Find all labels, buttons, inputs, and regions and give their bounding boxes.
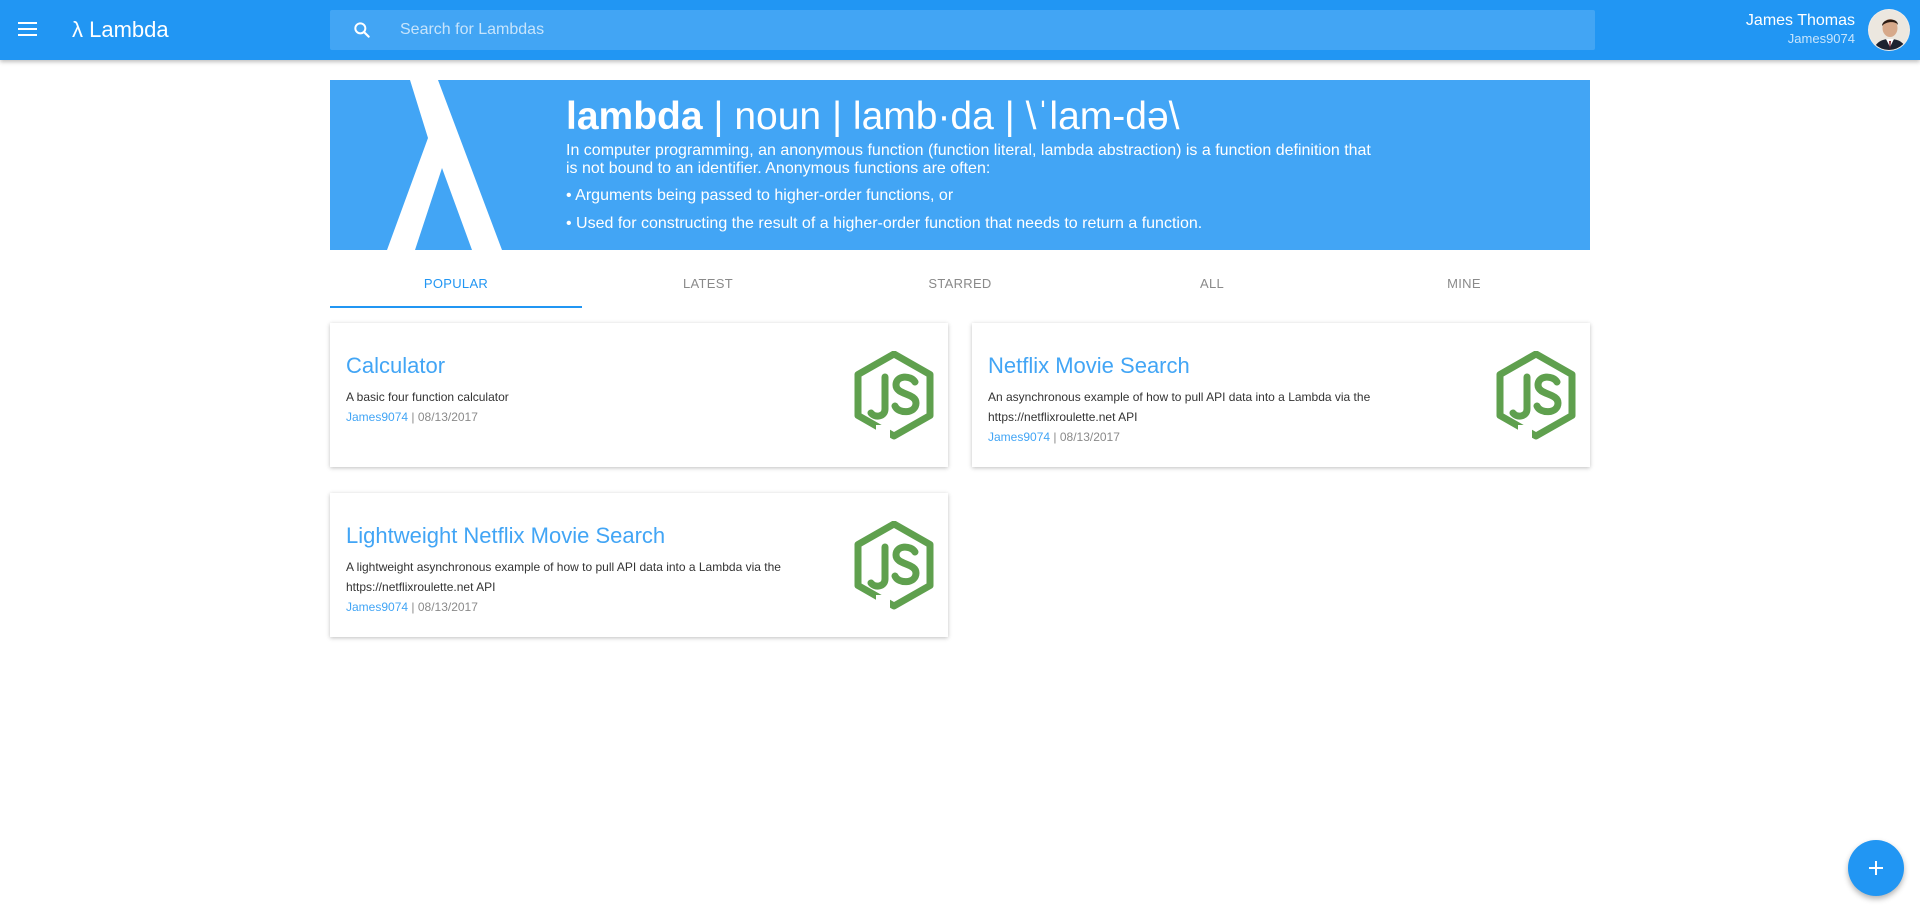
card-author[interactable]: James9074 [346, 600, 408, 614]
card-body: An asynchronous example of how to pull A… [988, 387, 1388, 447]
meta-separator: | [408, 410, 418, 424]
tab-starred[interactable]: STARRED [834, 266, 1086, 308]
tab-label: STARRED [928, 276, 992, 291]
nodejs-icon [1496, 351, 1576, 440]
search-icon[interactable] [352, 20, 372, 40]
lambda-card[interactable]: Lightweight Netflix Movie Search A light… [330, 493, 948, 637]
nodejs-icon [854, 351, 934, 440]
card-description: A lightweight asynchronous example of ho… [346, 560, 781, 594]
tab-all[interactable]: ALL [1086, 266, 1338, 308]
tab-label: MINE [1447, 276, 1481, 291]
meta-separator: | [408, 600, 418, 614]
app-title[interactable]: λ Lambda [72, 16, 169, 44]
user-name: James Thomas [1745, 12, 1855, 29]
hero-description: In computer programming, an anonymous fu… [566, 142, 1371, 177]
meta-separator: | [1050, 430, 1060, 444]
search-input[interactable] [400, 10, 1580, 50]
app-bar: λ Lambda James Thomas James9074 [0, 0, 1920, 60]
card-meta: James9074 | 08/13/2017 [346, 597, 806, 617]
hero-bullet: • Used for constructing the result of a … [566, 215, 1203, 232]
card-author[interactable]: James9074 [346, 410, 408, 424]
tab-mine[interactable]: MINE [1338, 266, 1590, 308]
search-bar [330, 10, 1595, 50]
menu-icon[interactable] [16, 18, 40, 42]
card-date: 08/13/2017 [417, 600, 478, 614]
hero-title: lambda | noun | lamb·da | \ˈlam-də\ [566, 94, 1386, 140]
avatar[interactable] [1868, 9, 1910, 51]
user-handle: James9074 [1787, 31, 1855, 46]
tab-label: ALL [1199, 276, 1225, 291]
card-body: A lightweight asynchronous example of ho… [346, 557, 806, 617]
hero-banner: lambda | noun | lamb·da | \ˈlam-də\ In c… [330, 80, 1590, 250]
hero-definition: | noun | lamb·da | \ˈlam-də\ [702, 95, 1180, 138]
card-meta: James9074 | 08/13/2017 [346, 407, 866, 427]
card-description: A basic four function calculator [346, 390, 509, 404]
nodejs-icon [854, 521, 934, 610]
lambda-card[interactable]: Netflix Movie Search An asynchronous exa… [972, 323, 1590, 467]
add-lambda-button[interactable] [1848, 840, 1904, 896]
card-description: An asynchronous example of how to pull A… [988, 390, 1371, 424]
lambda-logo [387, 80, 502, 250]
hero-word: lambda [566, 95, 703, 138]
tab-latest[interactable]: LATEST [582, 266, 834, 308]
card-title[interactable]: Lightweight Netflix Movie Search [346, 523, 665, 549]
card-title[interactable]: Calculator [346, 353, 445, 379]
user-info[interactable]: James Thomas James9074 [1746, 11, 1855, 47]
card-date: 08/13/2017 [417, 410, 478, 424]
plus-icon [1869, 861, 1883, 875]
card-title[interactable]: Netflix Movie Search [988, 353, 1190, 379]
tab-bar: POPULAR LATEST STARRED ALL MINE [330, 266, 1590, 308]
avatar-image [1869, 10, 1909, 50]
tab-label: POPULAR [423, 276, 489, 291]
hero-bullet: • Arguments being passed to higher-order… [566, 187, 954, 204]
card-body: A basic four function calculator James90… [346, 387, 866, 427]
card-author[interactable]: James9074 [988, 430, 1050, 444]
card-date: 08/13/2017 [1059, 430, 1120, 444]
hero-text: lambda | noun | lamb·da | \ˈlam-də\ In c… [566, 94, 1386, 234]
tab-popular[interactable]: POPULAR [330, 266, 582, 308]
tab-label: LATEST [683, 276, 733, 291]
card-meta: James9074 | 08/13/2017 [988, 427, 1388, 447]
lambda-card[interactable]: Calculator A basic four function calcula… [330, 323, 948, 467]
tab-indicator [330, 306, 582, 308]
